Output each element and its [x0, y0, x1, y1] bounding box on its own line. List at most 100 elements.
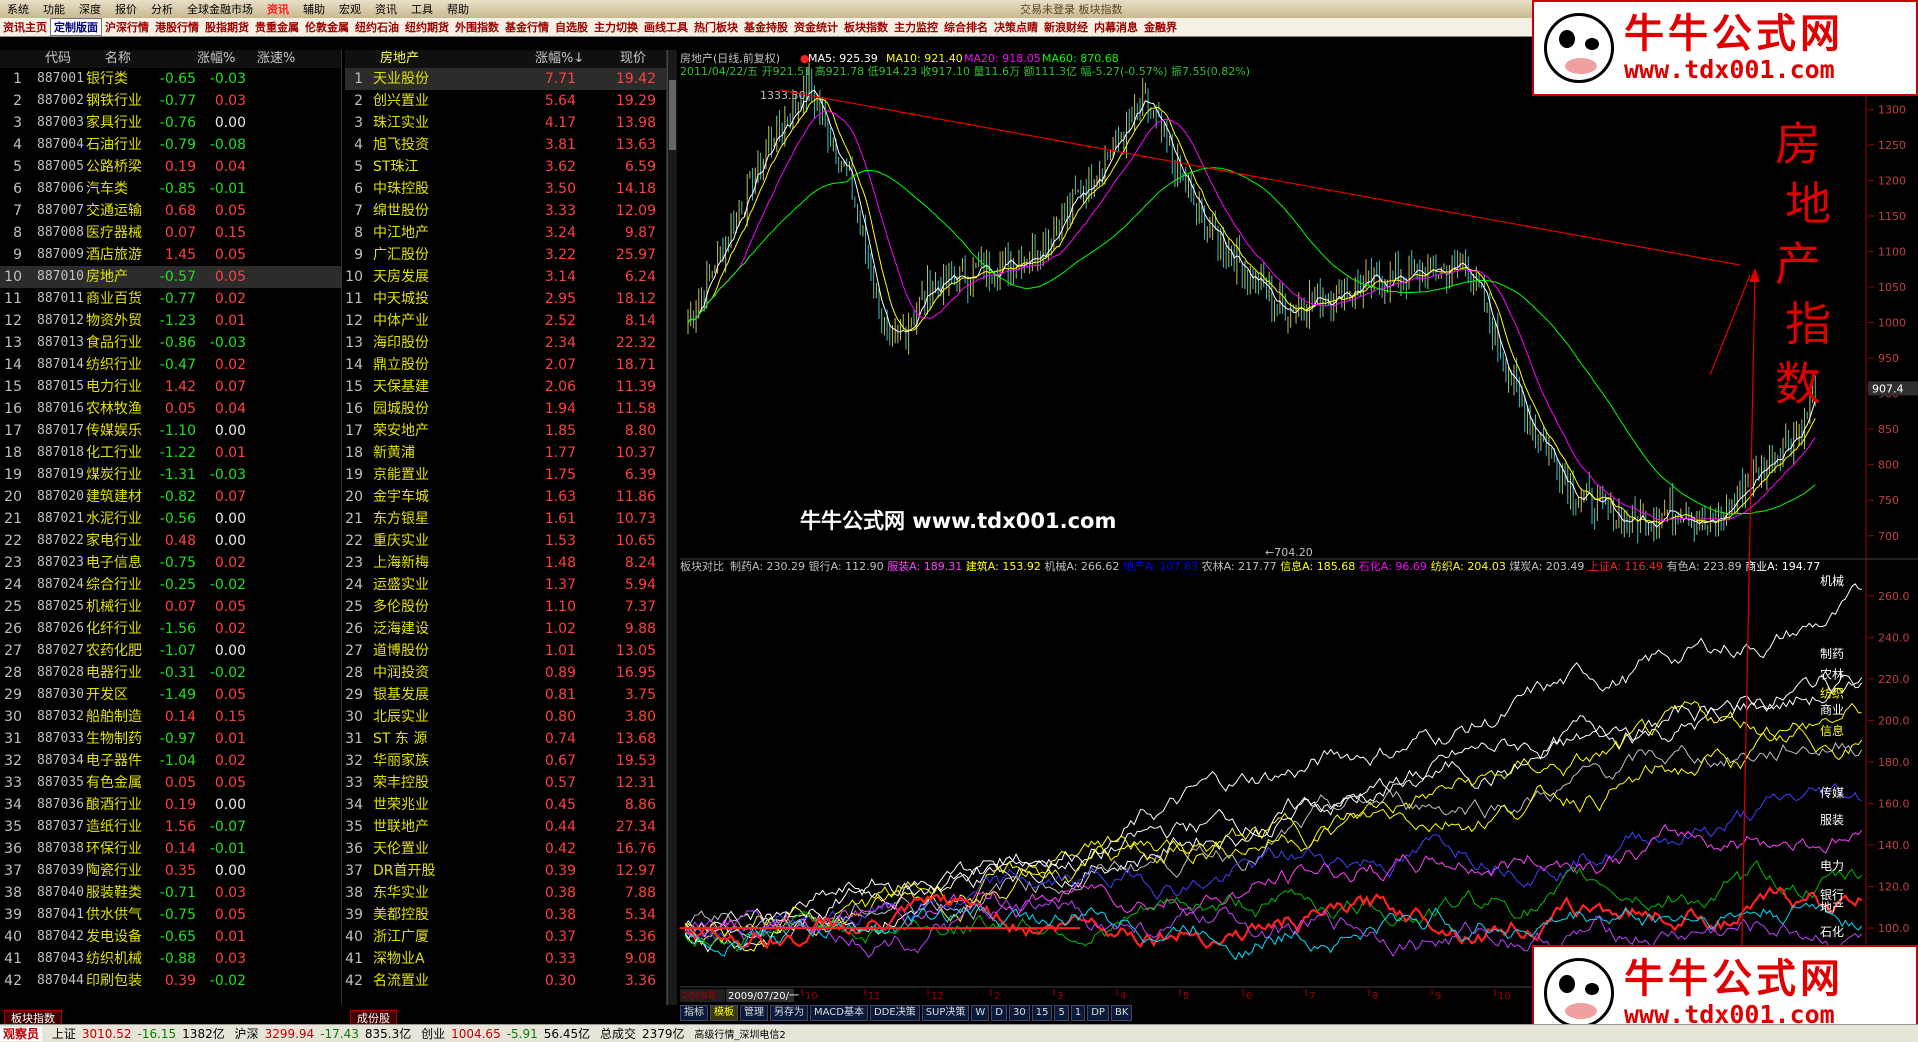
sector-row[interactable]: 3 887003 家具行业 -0.76 0.00: [0, 112, 341, 134]
menu-item[interactable]: 资讯: [368, 1, 404, 17]
toolstrip-button[interactable]: 模板: [710, 1005, 738, 1021]
col-pct-sort-header[interactable]: 涨幅%↓: [535, 50, 584, 68]
stock-row[interactable]: 5 ST珠江 3.62 6.59: [345, 156, 666, 178]
nav-tab[interactable]: 外围指数: [452, 19, 502, 35]
nav-tab[interactable]: 画线工具: [641, 19, 691, 35]
nav-tab[interactable]: 股指期货: [202, 19, 252, 35]
stock-row[interactable]: 41 深物业A 0.33 9.08: [345, 948, 666, 970]
sector-row[interactable]: 33 887035 有色金属 0.05 0.05: [0, 772, 341, 794]
menu-item[interactable]: 全球金融市场: [180, 1, 260, 17]
nav-tab[interactable]: 定制版面: [50, 18, 102, 36]
stock-row[interactable]: 26 泛海建设 1.02 9.88: [345, 618, 666, 640]
col-name-header[interactable]: 名称: [105, 50, 131, 68]
stock-row[interactable]: 35 世联地产 0.44 27.34: [345, 816, 666, 838]
nav-tab[interactable]: 基金行情: [502, 19, 552, 35]
col-sector-name-header[interactable]: 房地产: [380, 50, 419, 68]
sector-row[interactable]: 19 887019 煤炭行业 -1.31 -0.03: [0, 464, 341, 486]
sector-row[interactable]: 17 887017 传媒娱乐 -1.10 0.00: [0, 420, 341, 442]
sector-row[interactable]: 41 887043 纺织机械 -0.88 0.03: [0, 948, 341, 970]
stock-row[interactable]: 1 天业股份 7.71 19.42: [345, 68, 666, 90]
menu-item[interactable]: 报价: [108, 1, 144, 17]
toolstrip-button[interactable]: DP: [1087, 1005, 1109, 1021]
nav-tab[interactable]: 主力切换: [591, 19, 641, 35]
nav-tab[interactable]: 港股行情: [152, 19, 202, 35]
menu-item[interactable]: 资讯: [260, 1, 296, 17]
list-scrollbar[interactable]: [667, 50, 677, 1005]
stock-row[interactable]: 15 天保基建 2.06 11.39: [345, 376, 666, 398]
stock-row[interactable]: 21 东方银星 1.61 10.73: [345, 508, 666, 530]
stock-row[interactable]: 30 北辰实业 0.80 3.80: [345, 706, 666, 728]
nav-tab[interactable]: 决策点睛: [991, 19, 1041, 35]
toolstrip-button[interactable]: 5: [1054, 1005, 1069, 1021]
sector-row[interactable]: 13 887013 食品行业 -0.86 -0.03: [0, 332, 341, 354]
menu-item[interactable]: 辅助: [296, 1, 332, 17]
nav-tab[interactable]: 自选股: [552, 19, 591, 35]
stock-row[interactable]: 20 金宇车城 1.63 11.86: [345, 486, 666, 508]
sector-row[interactable]: 9 887009 酒店旅游 1.45 0.05: [0, 244, 341, 266]
menu-item[interactable]: 宏观: [332, 1, 368, 17]
sector-row[interactable]: 10 887010 房地产 -0.57 0.05: [0, 266, 341, 288]
stock-row[interactable]: 33 荣丰控股 0.57 12.31: [345, 772, 666, 794]
sector-row[interactable]: 39 887041 供水供气 -0.75 0.05: [0, 904, 341, 926]
toolstrip-button[interactable]: 另存为: [770, 1005, 808, 1021]
sector-row[interactable]: 15 887015 电力行业 1.42 0.07: [0, 376, 341, 398]
stock-row[interactable]: 4 旭飞投资 3.81 13.63: [345, 134, 666, 156]
sector-row[interactable]: 14 887014 纺织行业 -0.47 0.02: [0, 354, 341, 376]
sector-row[interactable]: 5 887005 公路桥梁 0.19 0.04: [0, 156, 341, 178]
stock-row[interactable]: 36 天伦置业 0.42 16.76: [345, 838, 666, 860]
sector-row[interactable]: 6 887006 汽车类 -0.85 -0.01: [0, 178, 341, 200]
stock-row[interactable]: 12 中体产业 2.52 8.14: [345, 310, 666, 332]
stock-row[interactable]: 32 华丽家族 0.67 19.53: [345, 750, 666, 772]
scrollbar-thumb[interactable]: [669, 80, 676, 150]
col-speed-header[interactable]: 涨速%: [257, 50, 295, 68]
kline-chart[interactable]: 260.0 240.0 220.0 200.0 180.0 160.0 140.0 120.0…: [680, 50, 1918, 1005]
nav-tab[interactable]: 金融界: [1141, 19, 1180, 35]
stock-row[interactable]: 28 中润投资 0.89 16.95: [345, 662, 666, 684]
stock-row[interactable]: 8 中江地产 3.24 9.87: [345, 222, 666, 244]
nav-tab[interactable]: 沪深行情: [102, 19, 152, 35]
nav-tab[interactable]: 热门板块: [691, 19, 741, 35]
sector-row[interactable]: 31 887033 生物制药 -0.97 0.01: [0, 728, 341, 750]
toolstrip-button[interactable]: W: [971, 1005, 990, 1021]
sector-row[interactable]: 1 887001 银行类 -0.65 -0.03: [0, 68, 341, 90]
sector-row[interactable]: 20 887020 建筑建材 -0.82 0.07: [0, 486, 341, 508]
stock-row[interactable]: 31 ST 东 源 0.74 13.68: [345, 728, 666, 750]
toolstrip-button[interactable]: MACD基本: [810, 1005, 868, 1021]
stock-row[interactable]: 38 东华实业 0.38 7.88: [345, 882, 666, 904]
stock-row[interactable]: 42 名流置业 0.30 3.36: [345, 970, 666, 992]
stock-row[interactable]: 40 浙江广厦 0.37 5.36: [345, 926, 666, 948]
stock-row[interactable]: 24 运盛实业 1.37 5.94: [345, 574, 666, 596]
nav-tab[interactable]: 综合排名: [941, 19, 991, 35]
stock-row[interactable]: 13 海印股份 2.34 22.32: [345, 332, 666, 354]
stock-row[interactable]: 17 荣安地产 1.85 8.80: [345, 420, 666, 442]
stock-row[interactable]: 39 美都控股 0.38 5.34: [345, 904, 666, 926]
nav-tab[interactable]: 纽约期货: [402, 19, 452, 35]
stock-row[interactable]: 10 天房发展 3.14 6.24: [345, 266, 666, 288]
stock-row[interactable]: 37 DR首开股 0.39 12.97: [345, 860, 666, 882]
nav-tab[interactable]: 资金统计: [791, 19, 841, 35]
stock-row[interactable]: 18 新黄浦 1.77 10.37: [345, 442, 666, 464]
stock-row[interactable]: 22 重庆实业 1.53 10.65: [345, 530, 666, 552]
stock-row[interactable]: 11 中天城投 2.95 18.12: [345, 288, 666, 310]
nav-tab[interactable]: 内幕消息: [1091, 19, 1141, 35]
sector-row[interactable]: 35 887037 造纸行业 1.56 -0.07: [0, 816, 341, 838]
sector-row[interactable]: 4 887004 石油行业 -0.79 -0.08: [0, 134, 341, 156]
sector-row[interactable]: 18 887018 化工行业 -1.22 0.01: [0, 442, 341, 464]
nav-tab[interactable]: 新浪财经: [1041, 19, 1091, 35]
toolstrip-button[interactable]: BK: [1110, 1005, 1133, 1021]
stock-row[interactable]: 7 绵世股份 3.33 12.09: [345, 200, 666, 222]
stock-row[interactable]: 27 道博股份 1.01 13.05: [345, 640, 666, 662]
sector-row[interactable]: 22 887022 家电行业 0.48 0.00: [0, 530, 341, 552]
sector-row[interactable]: 28 887028 电器行业 -0.31 -0.02: [0, 662, 341, 684]
stock-row[interactable]: 3 珠江实业 4.17 13.98: [345, 112, 666, 134]
sector-row[interactable]: 7 887007 交通运输 0.68 0.05: [0, 200, 341, 222]
sector-row[interactable]: 27 887027 农药化肥 -1.07 0.00: [0, 640, 341, 662]
sector-row[interactable]: 8 887008 医疗器械 0.07 0.15: [0, 222, 341, 244]
sector-row[interactable]: 40 887042 发电设备 -0.65 0.01: [0, 926, 341, 948]
stock-row[interactable]: 14 鼎立股份 2.07 18.71: [345, 354, 666, 376]
sector-row[interactable]: 23 887023 电子信息 -0.75 0.02: [0, 552, 341, 574]
toolstrip-button[interactable]: D: [991, 1005, 1007, 1021]
stock-row[interactable]: 6 中珠控股 3.50 14.18: [345, 178, 666, 200]
menu-item[interactable]: 深度: [72, 1, 108, 17]
sector-row[interactable]: 12 887012 物资外贸 -1.23 0.01: [0, 310, 341, 332]
